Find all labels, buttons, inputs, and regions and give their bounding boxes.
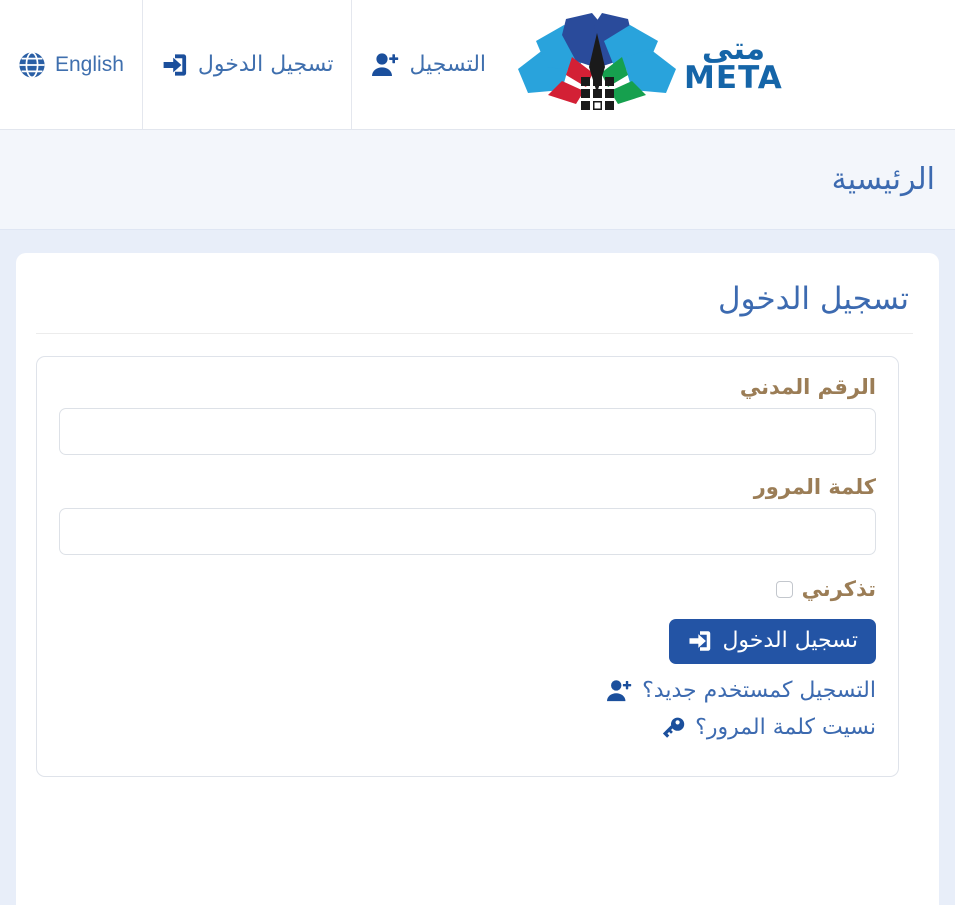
sign-in-icon — [161, 52, 189, 78]
brand-logo-area[interactable]: متى META — [504, 0, 794, 129]
page-title: تسجيل الدخول — [717, 281, 909, 317]
nav-item-language[interactable]: English — [0, 0, 142, 129]
user-plus-icon — [605, 679, 633, 703]
nav-item-register[interactable]: التسجيل — [351, 0, 505, 129]
kuwait-fan-emblem-icon — [514, 11, 680, 119]
nav-item-language-label: English — [55, 52, 124, 76]
brand-logo: متى META — [514, 11, 783, 119]
forgot-password-link-row: نسيت كلمة المرور؟ — [59, 715, 876, 740]
title-divider — [36, 333, 913, 334]
login-submit-button[interactable]: تسجيل الدخول — [669, 619, 876, 664]
breadcrumb: الرئيسية — [831, 162, 935, 197]
login-page: متى META التسجيل تسجيل الدخول English ال… — [0, 0, 955, 905]
login-fieldset: الرقم المدني كلمة المرور تذكرني تسجيل ال… — [36, 356, 899, 777]
login-submit-label: تسجيل الدخول — [722, 628, 858, 653]
password-input[interactable] — [59, 508, 876, 555]
nav-item-login[interactable]: تسجيل الدخول — [141, 0, 352, 129]
key-icon — [660, 716, 686, 740]
top-navbar: متى META التسجيل تسجيل الدخول English — [0, 0, 955, 130]
submit-row: تسجيل الدخول — [59, 619, 876, 664]
civil-number-label: الرقم المدني — [739, 375, 876, 399]
password-label: كلمة المرور — [753, 475, 876, 499]
user-plus-icon — [370, 52, 400, 78]
nav-item-register-label: التسجيل — [409, 52, 487, 77]
breadcrumb-band: الرئيسية — [0, 130, 955, 230]
login-card: تسجيل الدخول الرقم المدني كلمة المرور تذ… — [16, 253, 939, 905]
globe-icon — [18, 51, 46, 79]
remember-me-label: تذكرني — [801, 577, 876, 601]
nav-item-login-label: تسجيل الدخول — [197, 52, 334, 77]
brand-wordmark: متى META — [684, 33, 783, 97]
forgot-password-link[interactable]: نسيت كلمة المرور؟ — [695, 715, 876, 740]
civil-number-input[interactable] — [59, 408, 876, 455]
brand-latin-name: META — [684, 60, 783, 97]
main-content: تسجيل الدخول الرقم المدني كلمة المرور تذ… — [0, 231, 955, 905]
navbar-items: التسجيل تسجيل الدخول English — [0, 0, 505, 129]
remember-me-checkbox[interactable] — [775, 580, 793, 598]
register-new-user-link[interactable]: التسجيل كمستخدم جديد؟ — [642, 678, 876, 703]
register-link-row: التسجيل كمستخدم جديد؟ — [59, 678, 876, 703]
remember-me-row: تذكرني — [59, 577, 876, 601]
sign-in-icon — [687, 629, 713, 653]
